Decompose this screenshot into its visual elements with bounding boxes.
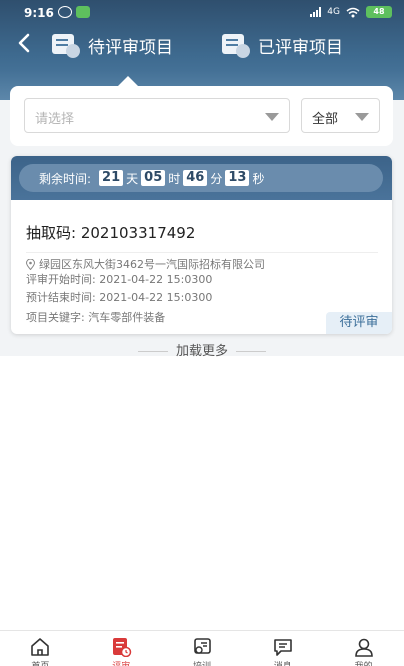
chevron-down-icon — [265, 113, 279, 121]
back-icon[interactable] — [14, 32, 36, 54]
extraction-code-label: 抽取码: — [26, 224, 77, 242]
document-icon — [220, 32, 250, 58]
project-keywords: 项目关键字: 汽车零部件装备 — [26, 311, 166, 324]
countdown-label: 剩余时间: — [39, 171, 92, 186]
app-notification-icon — [76, 6, 90, 18]
nav-label: 评审 — [81, 659, 162, 666]
countdown-minutes-unit: 分 — [210, 171, 223, 186]
tab-label: 已评审项目 — [258, 37, 343, 58]
header: 9:16 4G 48 待评审项目 已评审项目 — [0, 0, 404, 100]
alarm-icon — [58, 6, 72, 18]
status-badge: 待评审 — [326, 312, 392, 334]
nav-label: 消息 — [242, 659, 323, 666]
filter-panel: 请选择 全部 — [10, 86, 393, 146]
review-start-time: 评审开始时间: 2021-04-22 15:0300 — [26, 273, 213, 286]
message-icon — [273, 639, 292, 656]
nav-item-message[interactable]: 消息 — [242, 631, 323, 666]
countdown-bar: 剩余时间: 21 天 05 时 46 分 13 秒 — [11, 156, 392, 200]
home-icon — [31, 638, 50, 656]
cell-signal-icon — [310, 7, 322, 17]
extraction-code-value: 202103317492 — [80, 224, 196, 242]
countdown-hours-unit: 时 — [168, 171, 181, 186]
extraction-code: 抽取码: 202103317492 — [26, 222, 195, 243]
document-icon — [50, 32, 80, 58]
review-end-time: 预计结束时间: 2021-04-22 15:0300 — [26, 291, 213, 304]
load-more-label: 加载更多 — [175, 344, 228, 359]
nav-item-review[interactable]: 评审 — [81, 631, 162, 666]
countdown-days-unit: 天 — [126, 171, 139, 186]
scope-select[interactable]: 全部 — [301, 98, 380, 133]
load-more-line-right — [236, 351, 266, 352]
status-notification-icons — [58, 6, 90, 18]
status-bar: 9:16 4G 48 — [0, 0, 404, 26]
app-root: 9:16 4G 48 待评审项目 已评审项目 请选择 全部 剩余时间: 21 天… — [0, 0, 404, 666]
countdown: 剩余时间: 21 天 05 时 46 分 13 秒 — [19, 164, 383, 192]
nav-item-training[interactable]: 培训 — [162, 631, 243, 666]
profile-icon — [354, 638, 373, 657]
nav-label: 培训 — [162, 659, 243, 666]
tab-pending-review[interactable]: 待评审项目 — [50, 30, 173, 60]
load-more[interactable]: 加载更多 — [0, 340, 404, 360]
project-card[interactable]: 剩余时间: 21 天 05 时 46 分 13 秒 抽取码: 202103317… — [11, 156, 392, 334]
scope-select-value: 全部 — [312, 112, 339, 127]
review-icon — [113, 638, 132, 657]
project-select[interactable]: 请选择 — [24, 98, 290, 133]
countdown-seconds-unit: 秒 — [252, 171, 265, 186]
network-type: 4G — [327, 7, 340, 17]
countdown-hours: 05 — [141, 170, 166, 186]
wifi-icon — [346, 7, 360, 17]
training-icon — [194, 638, 211, 654]
location-pin-icon — [26, 258, 35, 270]
nav-item-home[interactable]: 首页 — [0, 631, 81, 666]
nav-label: 首页 — [0, 659, 81, 666]
nav-label: 我的 — [323, 659, 404, 666]
battery-icon: 48 — [366, 6, 392, 18]
countdown-minutes: 46 — [183, 170, 208, 186]
countdown-seconds: 13 — [225, 170, 250, 186]
chevron-down-icon — [355, 113, 369, 121]
status-right: 4G 48 — [310, 6, 392, 18]
status-time: 9:16 — [24, 6, 54, 20]
project-address-text: 绿园区东风大街3462号一汽国际招标有限公司 — [39, 258, 265, 271]
divider — [26, 252, 378, 253]
nav-item-profile[interactable]: 我的 — [323, 631, 404, 666]
tab-label: 待评审项目 — [88, 37, 173, 58]
active-tab-indicator — [118, 76, 138, 86]
tab-reviewed[interactable]: 已评审项目 — [220, 30, 343, 60]
load-more-line-left — [137, 351, 168, 352]
bottom-nav: 首页 评审 培训 消息 — [0, 630, 404, 666]
project-address: 绿园区东风大街3462号一汽国际招标有限公司 — [26, 256, 265, 272]
project-select-placeholder: 请选择 — [35, 112, 75, 127]
countdown-days: 21 — [99, 170, 124, 186]
